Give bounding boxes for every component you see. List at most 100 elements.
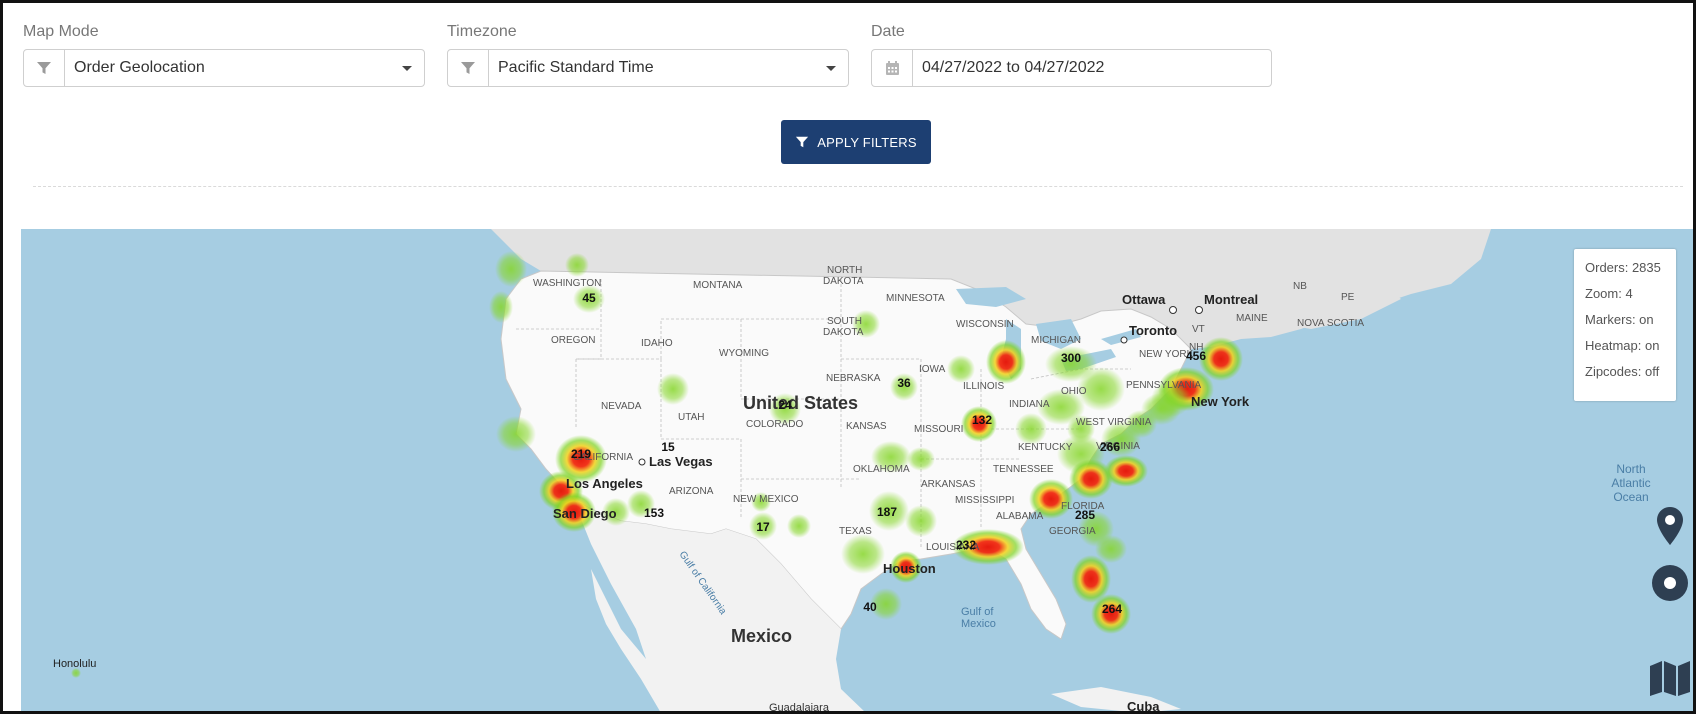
target-icon[interactable] — [1649, 562, 1691, 604]
cluster-count-texas-coast: 40 — [863, 600, 877, 614]
map-layers-icon[interactable] — [1649, 657, 1691, 699]
cluster-count-nebraska: 36 — [897, 376, 911, 390]
info-zipcodes: Zipcodes: off — [1585, 364, 1660, 379]
info-heatmap: Heatmap: on — [1585, 338, 1660, 353]
cluster-count-florida: 264 — [1102, 602, 1122, 616]
label-minnesota: MINNESOTA — [886, 293, 945, 304]
heat-blob — [787, 514, 811, 538]
info-markers: Markers: on — [1585, 312, 1654, 327]
heat-blob — [905, 505, 937, 537]
map-mode-select[interactable]: Order Geolocation — [23, 49, 425, 87]
calendar-icon — [872, 50, 913, 86]
label-gulf-of-mexico-1: Gulf of — [961, 606, 994, 618]
date-range-input[interactable]: 04/27/2022 to 04/27/2022 — [871, 49, 1272, 87]
apply-filters-label: APPLY FILTERS — [817, 134, 917, 150]
order-heatmap[interactable]: United States Mexico Ottawa Montreal Tor… — [21, 229, 1693, 713]
label-arizona: ARIZONA — [669, 486, 714, 497]
map-mode-filter: Map Mode Order Geolocation — [23, 23, 425, 87]
map-pin-icon[interactable] — [1649, 505, 1691, 547]
apply-filters-button[interactable]: APPLY FILTERS — [781, 120, 931, 164]
timezone-filter: Timezone Pacific Standard Time — [447, 23, 849, 87]
label-arkansas: ARKANSAS — [921, 479, 976, 490]
timezone-value: Pacific Standard Time — [498, 59, 654, 76]
heat-blob — [495, 251, 527, 287]
cluster-count-missouri: 132 — [972, 413, 992, 427]
info-orders: Orders: 2835 — [1585, 260, 1661, 275]
label-ottawa: Ottawa — [1122, 292, 1166, 307]
heat-blob — [489, 291, 513, 323]
label-gulf-of-mexico-2: Mexico — [961, 618, 996, 630]
section-divider — [33, 186, 1683, 187]
cluster-count-colorado: 24 — [778, 398, 792, 412]
cluster-count-new-mexico: 17 — [756, 520, 770, 534]
map-canvas[interactable]: United States Mexico Ottawa Montreal Tor… — [21, 229, 1693, 713]
cluster-count-great-lakes: 300 — [1061, 351, 1081, 365]
label-nevada: NEVADA — [601, 401, 642, 412]
cluster-count-nevada: 15 — [661, 440, 675, 454]
label-pennsylvania: PENNSYLVANIA — [1126, 380, 1202, 391]
label-georgia: GEORGIA — [1049, 526, 1096, 537]
label-new-mexico: NEW MEXICO — [733, 494, 799, 505]
heat-blob — [565, 253, 589, 277]
montreal-dot — [1195, 306, 1203, 314]
label-nova-scotia: NOVA SCOTIA — [1297, 318, 1364, 329]
heat-blob — [947, 355, 975, 383]
label-montreal: Montreal — [1204, 292, 1258, 307]
label-honolulu: Honolulu — [53, 658, 96, 670]
label-maine: MAINE — [1236, 313, 1268, 324]
label-indiana: INDIANA — [1009, 399, 1050, 410]
label-oregon: OREGON — [551, 335, 595, 346]
map-info-panel: Orders: 2835 Zoom: 4 Markers: on Heatmap… — [1574, 249, 1676, 401]
date-range-value: 04/27/2022 to 04/27/2022 — [922, 59, 1105, 76]
date-filter: Date 04/27/2022 to 04/27/2022 — [871, 23, 1272, 87]
chevron-down-icon — [826, 65, 836, 71]
ottawa-dot — [1169, 306, 1177, 314]
heat-blob — [986, 340, 1026, 384]
label-nebraska: NEBRASKA — [826, 373, 881, 384]
label-pei: PE — [1341, 292, 1355, 303]
label-south-dakota-2: DAKOTA — [823, 327, 864, 338]
label-north-atlantic-3: Ocean — [1613, 490, 1648, 504]
label-mississippi: MISSISSIPPI — [955, 495, 1014, 506]
filter-icon — [796, 136, 809, 148]
label-vermont: VT — [1192, 324, 1205, 335]
cluster-count-washington: 45 — [582, 291, 596, 305]
label-wisconsin: WISCONSIN — [956, 319, 1014, 330]
label-missouri: MISSOURI — [914, 424, 963, 435]
label-wyoming: WYOMING — [719, 348, 769, 359]
cluster-count-san-diego: 153 — [644, 506, 664, 520]
label-north-atlantic-2: Atlantic — [1611, 476, 1650, 490]
label-michigan: MICHIGAN — [1031, 335, 1081, 346]
label-idaho: IDAHO — [641, 338, 673, 349]
filter-icon — [448, 50, 489, 86]
label-montana: MONTANA — [693, 280, 743, 291]
info-zoom: Zoom: 4 — [1585, 286, 1633, 301]
label-new-brunswick: NB — [1293, 281, 1307, 292]
label-utah: UTAH — [678, 412, 704, 423]
label-iowa: IOWA — [919, 364, 946, 375]
heat-blob — [657, 373, 689, 405]
label-san-diego: San Diego — [553, 506, 617, 521]
cluster-count-new-york: 456 — [1186, 349, 1206, 363]
date-label: Date — [871, 23, 905, 40]
cluster-count-carolinas: 266 — [1100, 440, 1120, 454]
label-los-angeles: Los Angeles — [566, 476, 643, 491]
label-ohio: OHIO — [1061, 386, 1087, 397]
filter-icon — [24, 50, 65, 86]
label-washington: WASHINGTON — [533, 278, 601, 289]
label-toronto: Toronto — [1129, 323, 1177, 338]
chevron-down-icon — [402, 65, 412, 71]
label-north-atlantic-1: North — [1616, 462, 1645, 476]
label-alabama: ALABAMA — [996, 511, 1044, 522]
timezone-select[interactable]: Pacific Standard Time — [447, 49, 849, 87]
cluster-count-california: 219 — [571, 447, 591, 461]
label-illinois: ILLINOIS — [963, 381, 1004, 392]
toronto-dot — [1120, 336, 1128, 344]
map-mode-label: Map Mode — [23, 23, 99, 40]
heat-blob — [841, 534, 885, 574]
las-vegas-dot — [638, 458, 646, 466]
heat-blob — [1015, 413, 1047, 445]
heat-blob — [496, 416, 536, 452]
timezone-label: Timezone — [447, 23, 517, 40]
label-tennessee: TENNESSEE — [993, 464, 1054, 475]
